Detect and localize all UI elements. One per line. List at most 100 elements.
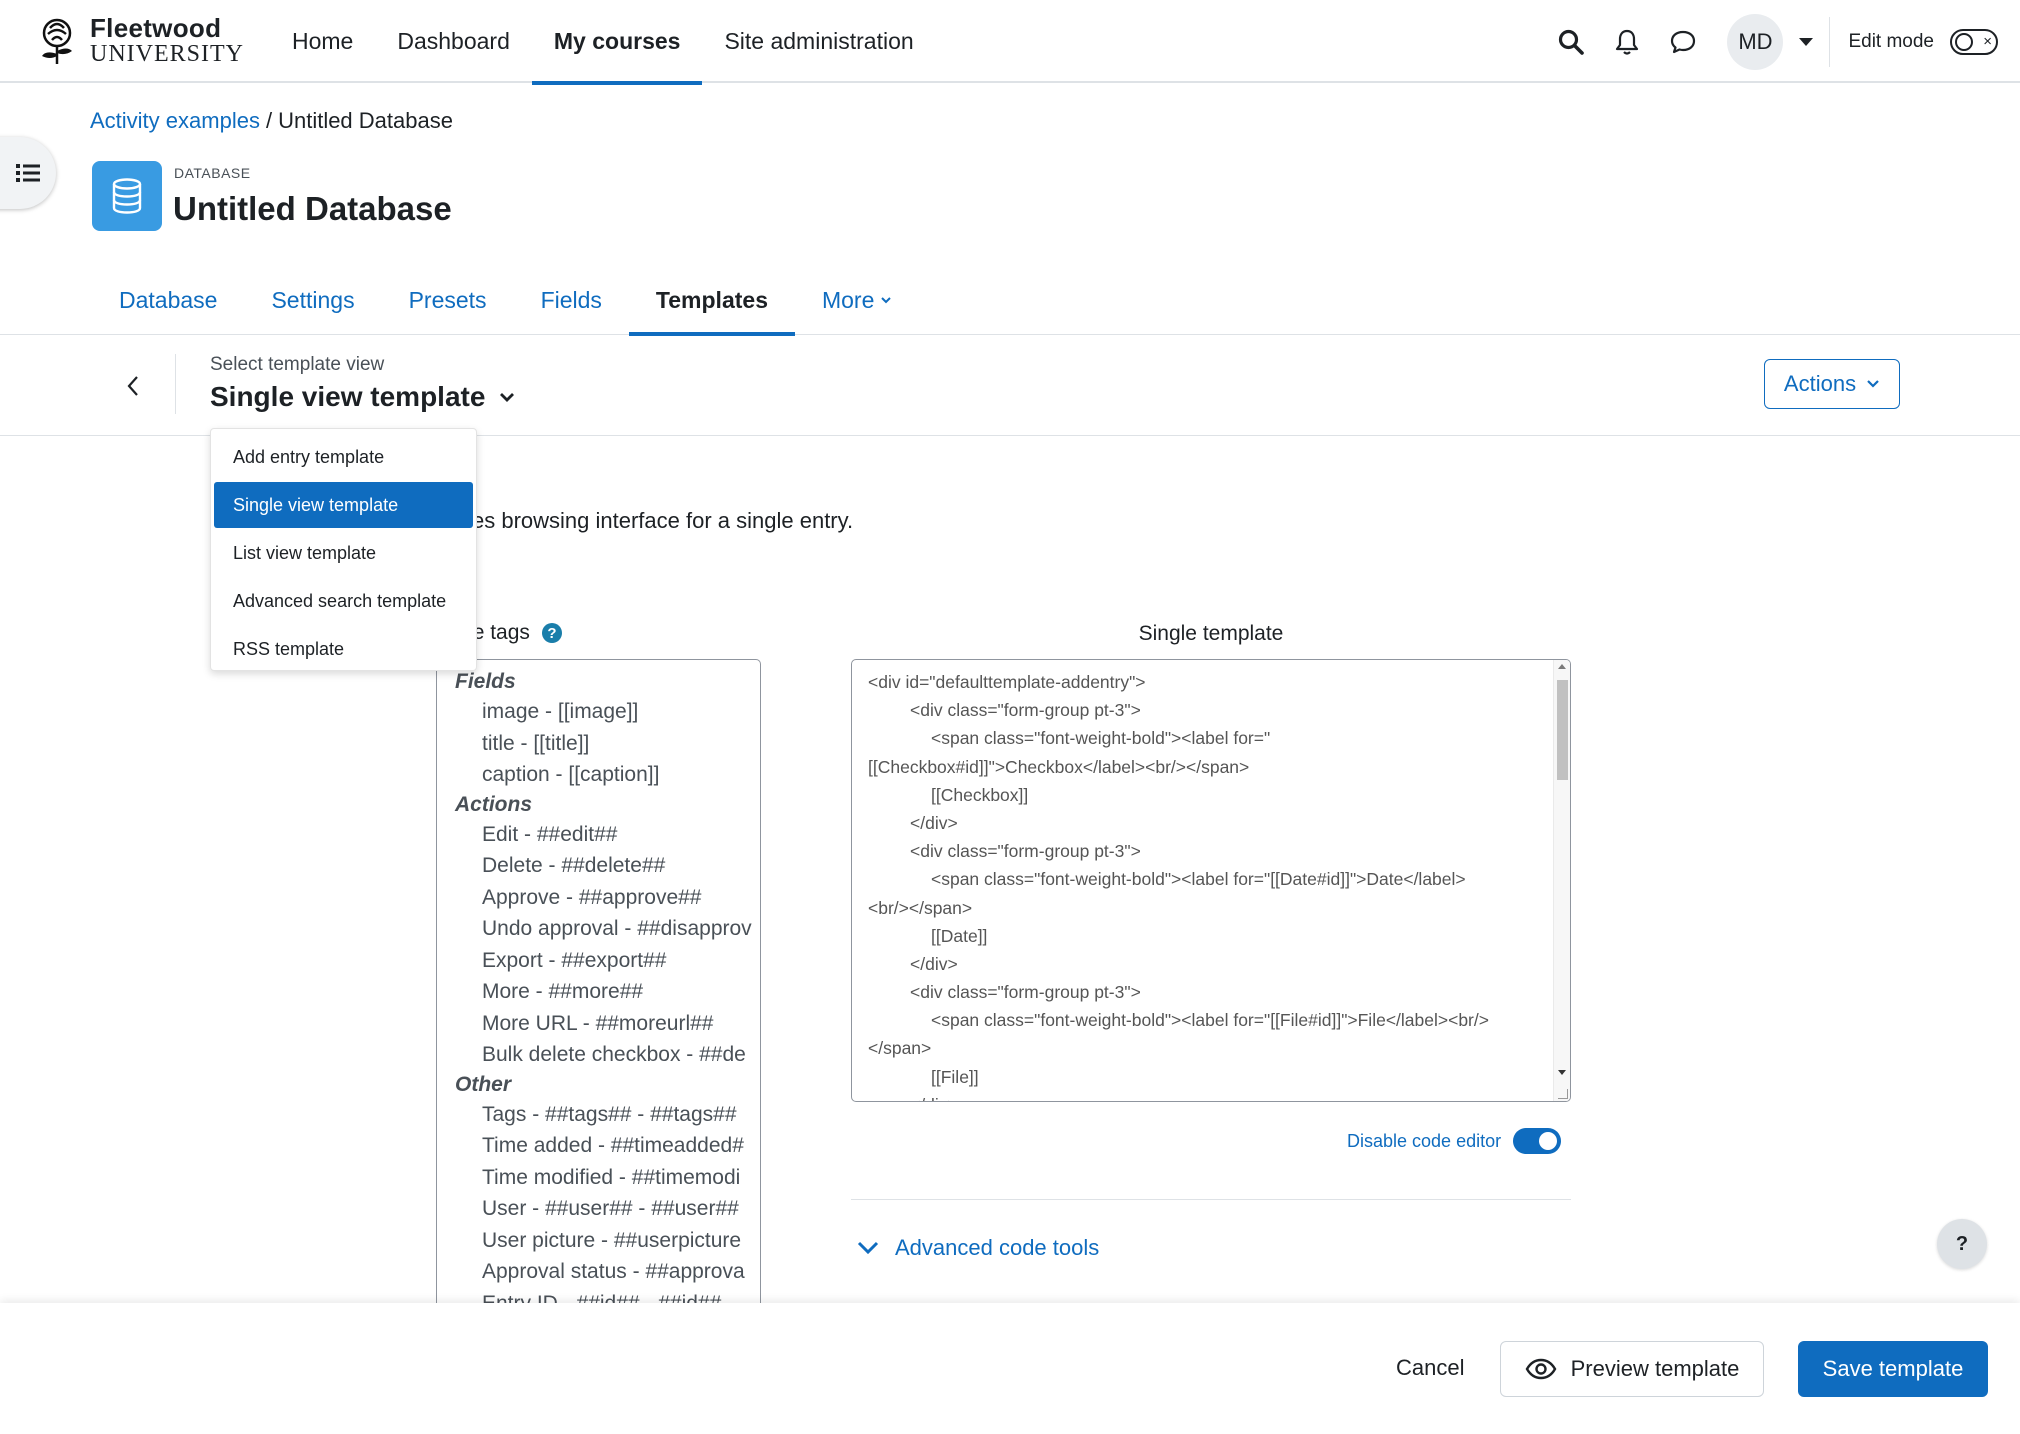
preview-template-button[interactable]: Preview template xyxy=(1500,1341,1764,1397)
save-template-button[interactable]: Save template xyxy=(1798,1341,1988,1397)
tab-database[interactable]: Database xyxy=(92,270,244,335)
course-index-drawer-toggle[interactable] xyxy=(0,137,56,209)
template-selector-label: Select template view xyxy=(210,354,385,375)
breadcrumb-separator: / xyxy=(265,108,273,133)
code-content: <div id="defaulttemplate-addentry"> <div… xyxy=(868,668,1548,1101)
messages-button[interactable] xyxy=(1655,14,1711,70)
available-tags-list[interactable]: Fields image - [[image]] title - [[title… xyxy=(436,659,761,1304)
disable-code-editor-label[interactable]: Disable code editor xyxy=(1347,1131,1501,1152)
code-line: <span class="font-weight-bold"><label fo… xyxy=(931,869,1466,890)
resize-handle-icon[interactable] xyxy=(1558,1089,1568,1099)
tag-item[interactable]: User - ##user## - ##user## xyxy=(455,1193,752,1225)
primary-navigation: Home Dashboard My courses Site administr… xyxy=(270,0,936,85)
menu-item-add-entry-template[interactable]: Add entry template xyxy=(214,434,473,480)
tab-templates[interactable]: Templates xyxy=(628,270,796,336)
chevron-down-icon xyxy=(500,393,515,402)
tag-item[interactable]: User picture - ##userpicture xyxy=(455,1225,752,1257)
activity-type-label: DATABASE xyxy=(174,165,251,181)
template-selector-value: Single view template xyxy=(210,381,486,412)
toggle-knob xyxy=(1539,1132,1558,1150)
nav-site-administration[interactable]: Site administration xyxy=(702,0,935,83)
tag-item[interactable]: Approval status - ##approva xyxy=(455,1256,752,1288)
tag-group-heading: Actions xyxy=(455,792,533,816)
template-toolbar: Select template view Single view templat… xyxy=(0,336,2020,436)
chevron-down-icon xyxy=(857,1241,879,1255)
code-line: <br/></span> xyxy=(868,897,973,918)
advanced-code-tools-toggle[interactable]: Advanced code tools xyxy=(857,1235,1099,1261)
user-menu-caret-icon[interactable] xyxy=(1799,37,1814,46)
tab-templates-label: Templates xyxy=(655,287,768,313)
tab-settings[interactable]: Settings xyxy=(244,270,381,335)
code-line: [[Checkbox#id]]">Checkbox</label><br/></… xyxy=(868,756,1250,777)
user-navigation: MD Edit mode × xyxy=(1543,0,1998,83)
template-code-editor[interactable]: <div id="defaulttemplate-addentry"> <div… xyxy=(851,659,1571,1102)
tag-item[interactable]: More URL - ##moreurl## xyxy=(455,1008,752,1040)
tab-presets[interactable]: Presets xyxy=(382,270,514,335)
tab-presets-label: Presets xyxy=(408,287,487,313)
code-line: <div id="defaulttemplate-addentry"> xyxy=(868,672,1146,692)
actions-button[interactable]: Actions xyxy=(1764,359,1900,409)
tab-database-label: Database xyxy=(119,287,218,313)
tag-item[interactable]: Bulk delete checkbox - ##de xyxy=(455,1039,752,1071)
tab-more[interactable]: More xyxy=(795,270,919,335)
tab-fields[interactable]: Fields xyxy=(514,270,629,335)
secondary-navigation: Database Settings Presets Fields Templat… xyxy=(0,270,2020,336)
breadcrumb-link-activity-examples[interactable]: Activity examples xyxy=(90,108,260,133)
brand-name: Fleetwood xyxy=(90,13,222,43)
tag-item[interactable]: Tags - ##tags## - ##tags## xyxy=(455,1099,752,1131)
tag-item[interactable]: Entry ID - ##id## - ##id## xyxy=(455,1288,752,1305)
tag-item[interactable]: caption - [[caption]] xyxy=(455,759,752,791)
breadcrumb: Activity examples / Untitled Database xyxy=(90,108,453,134)
navbar-divider xyxy=(1829,16,1831,67)
tag-item[interactable]: image - [[image]] xyxy=(455,696,752,728)
advanced-code-tools-label: Advanced code tools xyxy=(895,1235,1100,1260)
tab-settings-label: Settings xyxy=(271,287,355,313)
help-button[interactable]: ? xyxy=(1937,1219,1987,1269)
menu-item-list-view-template[interactable]: List view template xyxy=(214,530,473,576)
tag-item[interactable]: Approve - ##approve## xyxy=(455,882,752,914)
chevron-down-icon xyxy=(1867,380,1879,388)
menu-item-rss-template[interactable]: RSS template xyxy=(214,626,473,672)
tag-item[interactable]: Edit - ##edit## xyxy=(455,819,752,851)
tag-item[interactable]: More - ##more## xyxy=(455,976,752,1008)
tag-item[interactable]: Undo approval - ##disapprov xyxy=(455,913,752,945)
edit-mode-toggle[interactable]: × xyxy=(1950,28,1998,55)
site-logo[interactable]: Fleetwood UNIVERSITY xyxy=(32,15,244,66)
section-divider xyxy=(851,1199,1571,1200)
notifications-button[interactable] xyxy=(1599,14,1655,70)
editor-scrollbar[interactable] xyxy=(1553,660,1570,1101)
code-line: <div class="form-group pt-3"> xyxy=(910,700,1141,721)
actions-button-label: Actions xyxy=(1783,371,1857,396)
disable-code-editor-toggle[interactable] xyxy=(1513,1128,1562,1154)
help-icon[interactable]: ? xyxy=(541,623,562,643)
cancel-button[interactable]: Cancel xyxy=(1382,1341,1478,1395)
tag-item[interactable]: Delete - ##delete## xyxy=(455,850,752,882)
scroll-down-arrow-icon[interactable] xyxy=(1558,1070,1566,1075)
code-line: </div> xyxy=(868,1091,1548,1101)
code-line: <span class="font-weight-bold"><label fo… xyxy=(931,1010,1489,1031)
template-view-dropdown-menu: Add entry template Single view template … xyxy=(210,428,477,671)
user-avatar[interactable]: MD xyxy=(1727,13,1784,70)
scrollbar-thumb[interactable] xyxy=(1557,680,1568,780)
editor-title: Single template xyxy=(1138,622,1284,645)
code-line: [[Date]] xyxy=(931,925,988,946)
bell-icon xyxy=(1616,29,1639,55)
tag-item[interactable]: Time added - ##timeadded# xyxy=(455,1130,752,1162)
search-icon xyxy=(1559,29,1585,55)
code-line: </span> xyxy=(868,1038,932,1059)
search-button[interactable] xyxy=(1543,14,1599,70)
scroll-up-arrow-icon[interactable] xyxy=(1558,664,1566,669)
nav-my-courses[interactable]: My courses xyxy=(531,0,703,85)
nav-home[interactable]: Home xyxy=(270,0,375,83)
tag-item[interactable]: title - [[title]] xyxy=(455,728,752,760)
tag-item[interactable]: Export - ##export## xyxy=(455,945,752,977)
back-button[interactable] xyxy=(118,366,148,406)
tag-item[interactable]: Time modified - ##timemodi xyxy=(455,1162,752,1194)
nav-dashboard[interactable]: Dashboard xyxy=(375,0,532,83)
menu-item-advanced-search-template[interactable]: Advanced search template xyxy=(214,578,473,624)
top-navbar: Fleetwood UNIVERSITY Home Dashboard My c… xyxy=(0,0,2020,85)
code-line: [[Checkbox]] xyxy=(931,784,1029,805)
tab-more-label: More xyxy=(821,287,875,313)
template-selector[interactable]: Single view template xyxy=(210,381,515,413)
menu-item-single-view-template[interactable]: Single view template xyxy=(214,482,473,528)
